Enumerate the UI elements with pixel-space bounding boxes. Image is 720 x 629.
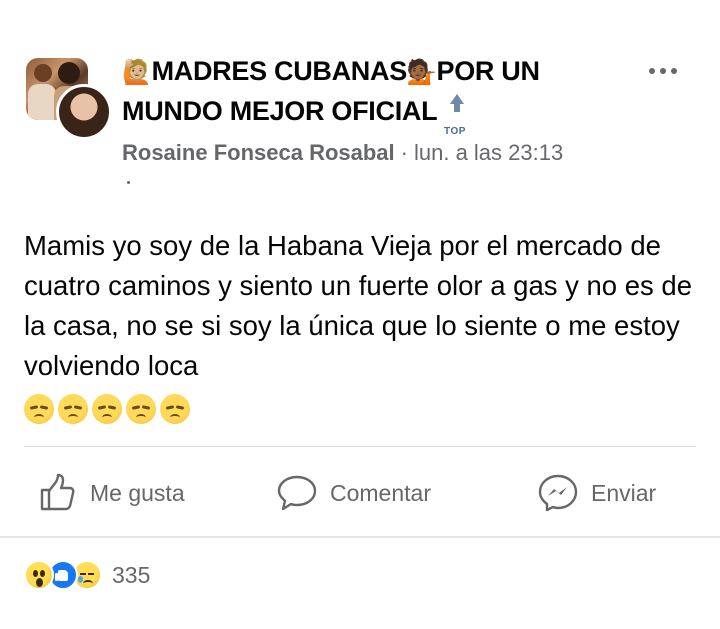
post-timestamp[interactable]: lun. a las 23:13 xyxy=(414,140,563,165)
action-bar: Me gusta Comentar Enviar xyxy=(0,466,720,520)
author-name[interactable]: Rosaine Fonseca Rosabal xyxy=(122,140,395,165)
raising-hand-emoji: 🙋🏼 xyxy=(122,59,152,86)
dot-icon xyxy=(660,68,666,74)
post-text: Mamis yo soy de la Habana Vieja por el m… xyxy=(24,230,693,381)
like-label: Me gusta xyxy=(90,479,185,506)
top-arrow-icon: TOP xyxy=(444,94,470,137)
reaction-count: 335 xyxy=(112,561,151,588)
author-avatar[interactable] xyxy=(56,84,112,140)
meta-separator: · xyxy=(400,140,408,165)
more-options-button[interactable] xyxy=(640,60,686,82)
dot-icon xyxy=(649,68,655,74)
post-meta: Rosaine Fonseca Rosabal · lun. a las 23:13 xyxy=(122,140,563,166)
wow-icon xyxy=(24,560,54,590)
group-avatar-stack[interactable] xyxy=(26,58,112,142)
body-emoji-row xyxy=(24,394,190,424)
group-name-part-2[interactable]: POR UN xyxy=(437,56,541,86)
comment-label: Comentar xyxy=(330,479,431,506)
disappointed-face-icon xyxy=(160,394,190,424)
group-name-part-3[interactable]: MUNDO MEJOR OFICIAL xyxy=(122,96,437,126)
group-name[interactable]: 🙋🏼MADRES CUBANAS💁🏾POR UN MUNDO MEJOR OFI… xyxy=(122,52,622,137)
messenger-icon xyxy=(538,474,578,512)
thumbs-up-icon xyxy=(40,473,75,511)
comment-button[interactable]: Comentar xyxy=(276,466,431,520)
privacy-icon xyxy=(127,181,130,184)
disappointed-face-icon xyxy=(58,394,88,424)
divider xyxy=(24,446,696,447)
send-button[interactable]: Enviar xyxy=(537,466,656,520)
post-card: 🙋🏼MADRES CUBANAS💁🏾POR UN MUNDO MEJOR OFI… xyxy=(0,0,720,629)
comment-bubble-icon xyxy=(277,475,317,511)
reactions-summary[interactable]: 335 xyxy=(24,560,150,590)
disappointed-face-icon xyxy=(92,394,122,424)
tipping-hand-emoji: 💁🏾 xyxy=(406,59,437,86)
send-label: Enviar xyxy=(591,479,657,506)
disappointed-face-icon xyxy=(126,394,156,424)
like-button[interactable]: Me gusta xyxy=(38,466,185,520)
group-name-part-1[interactable]: MADRES CUBANAS xyxy=(152,56,408,86)
disappointed-face-icon xyxy=(24,394,54,424)
dot-icon xyxy=(671,68,677,74)
divider xyxy=(0,536,720,538)
